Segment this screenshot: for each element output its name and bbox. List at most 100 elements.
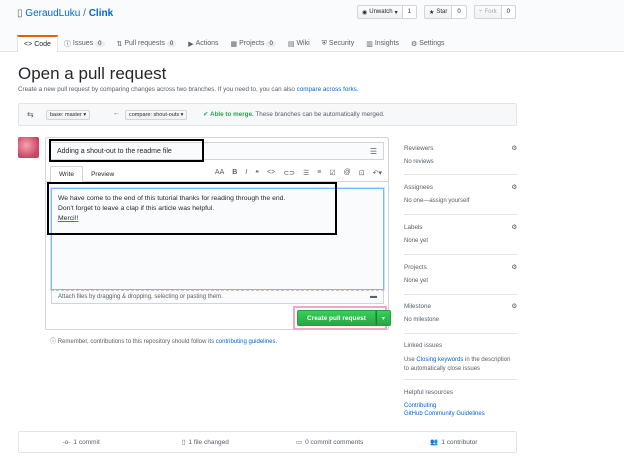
project-icon: ▦ [230,40,238,48]
unwatch-group: ◉ Unwatch ▾ 1 [357,5,417,19]
repo-name-link[interactable]: Clink [89,8,113,19]
repo-separator: / [83,8,86,19]
merge-status-text: These branches can be automatically merg… [255,111,385,118]
caret-down-icon: ▾ [83,112,87,118]
merge-status: ✔ Able to merge. These branches can be a… [203,111,385,118]
fork-icon: ⑂ [479,9,483,15]
contribution-notice: ⓘ Remember, contributions to this reposi… [50,336,277,345]
fork-count[interactable]: 0 [501,5,516,19]
commits-label: 1 commit [73,438,100,446]
write-tab[interactable]: Write [50,166,84,182]
tab-settings[interactable]: ⚙ Settings [405,35,451,52]
sidebar-projects[interactable]: Projects ⚙ None yet [404,264,517,295]
compare-forks-link[interactable]: compare across forks. [297,86,359,93]
reference-icon[interactable]: ⊡ [359,169,365,177]
sidebar-labels[interactable]: Labels ⚙ None yet [404,224,517,255]
menu-icon[interactable]: ☰ [370,147,377,156]
tab-projects[interactable]: ▦ Projects 0 [225,35,282,52]
tab-insights[interactable]: ▥ Insights [360,35,405,52]
projects-count: 0 [266,40,276,47]
sidebar-assignees[interactable]: Assignees ⚙ No one—assign yourself [404,184,517,215]
subtitle-text: Create a new pull request by comparing c… [18,86,295,93]
preview-tab[interactable]: Preview [83,166,122,182]
compare-stats: -o- 1 commit ▯ 1 file changed ▭ 0 commit co… [18,431,517,453]
caret-down-icon: ▾ [394,9,398,16]
compare-branch-select[interactable]: compare: shout-outs ▾ [125,110,188,120]
tab-label: Pull requests [124,40,165,47]
play-icon: ▶ [188,40,194,48]
fork-button[interactable]: ⑂ Fork [474,5,502,19]
tab-wiki[interactable]: ▤ Wiki [282,35,316,52]
projects-label: Projects [404,264,427,271]
check-icon: ✔ [203,111,209,118]
base-label: base: master [50,112,82,118]
eye-icon: ◉ [362,9,368,16]
stat-comments[interactable]: ▭ 0 commit comments [268,432,392,452]
sidebar-milestone[interactable]: Milestone ⚙ No milestone [404,303,517,334]
sidebar-reviewers[interactable]: Reviewers ⚙ No reviews [404,145,517,175]
repo-owner-link[interactable]: GeraudLuku [25,8,80,19]
linked-prefix: Use [404,357,415,363]
tab-code[interactable]: <> Code [17,35,58,52]
gear-icon[interactable]: ⚙ [511,224,517,231]
attach-files-bar[interactable]: Attach files by dragging & dropping, sel… [51,290,384,304]
task-list-icon[interactable]: ☑ [329,169,335,177]
file-icon: ▯ [181,439,186,446]
shield-icon: ⛨ [321,39,327,47]
labels-value: None yet [404,238,429,244]
gear-icon[interactable]: ⚙ [511,184,517,191]
stat-files[interactable]: ▯ 1 file changed [143,432,267,452]
range-editor: ⇆ base: master ▾ ← compare: shout-outs ▾… [18,103,517,126]
create-button-highlight: Create pull request ▾ [293,306,391,330]
tab-issues[interactable]: ⓘ Issues 0 [58,35,111,52]
commit-icon: -o- [62,438,71,446]
tab-pull-requests[interactable]: ⇅ Pull requests 0 [111,35,183,52]
closing-keywords-link[interactable]: Closing keywords [416,357,463,363]
milestone-label: Milestone [404,303,431,310]
community-guidelines-link[interactable]: GitHub Community Guidelines [404,411,485,417]
unwatch-button[interactable]: ◉ Unwatch ▾ [357,5,403,19]
fork-group: ⑂ Fork 0 [474,5,516,19]
reply-icon[interactable]: ↶▾ [373,169,382,177]
gear-icon[interactable]: ⚙ [511,303,517,310]
caret-down-icon: ▾ [180,112,184,118]
watch-count[interactable]: 1 [402,5,417,19]
quote-icon[interactable]: ❝ [255,169,259,177]
heading-icon[interactable]: AA [215,169,224,177]
create-dropdown-button[interactable]: ▾ [375,310,391,326]
stat-contributors[interactable]: 👥 1 contributor [392,432,516,452]
unwatch-label: Unwatch [369,9,393,15]
tab-label: Insights [374,40,399,47]
numbered-list-icon[interactable]: ≡ [317,169,321,177]
tab-actions[interactable]: ▶ Actions [182,35,224,52]
contributing-guidelines-link[interactable]: contributing guidelines. [216,339,277,345]
link-icon[interactable]: ⊂⊃ [283,169,295,177]
gear-icon[interactable]: ⚙ [511,264,517,271]
tab-security[interactable]: ⛨ Security [316,35,361,52]
star-button[interactable]: ★ Star [424,5,453,19]
markdown-toolbar: AA B I ❝ <> ⊂⊃ ☰ ≡ ☑ @ ⊡ ↶▾ [215,169,382,177]
star-count[interactable]: 0 [452,5,467,19]
tab-label: Actions [195,40,219,47]
base-branch-select[interactable]: base: master ▾ [46,110,91,120]
gear-icon[interactable]: ⚙ [511,145,517,152]
markdown-icon[interactable]: ▬ [370,293,377,300]
code-icon[interactable]: <> [267,169,275,177]
comments-label: 0 commit comments [305,438,364,446]
mention-icon[interactable]: @ [344,169,351,177]
contributing-link[interactable]: Contributing [404,403,436,409]
tab-label: Code [34,41,51,48]
book-icon: ▤ [287,40,295,48]
avatar[interactable] [18,137,39,158]
create-pull-request-button[interactable]: Create pull request [297,310,376,326]
bullet-list-icon[interactable]: ☰ [303,169,309,177]
italic-icon[interactable]: I [245,169,247,177]
page-subtitle: Create a new pull request by comparing c… [18,86,359,93]
stat-commits[interactable]: -o- 1 commit [19,432,143,452]
bold-icon[interactable]: B [232,169,237,177]
repo-title: ▯ GeraudLuku / Clink [17,8,113,19]
tab-label: Security [328,40,355,47]
assignees-label: Assignees [404,184,434,191]
tab-label: Projects [239,40,265,47]
merge-status-label: Able to merge. [210,111,254,118]
